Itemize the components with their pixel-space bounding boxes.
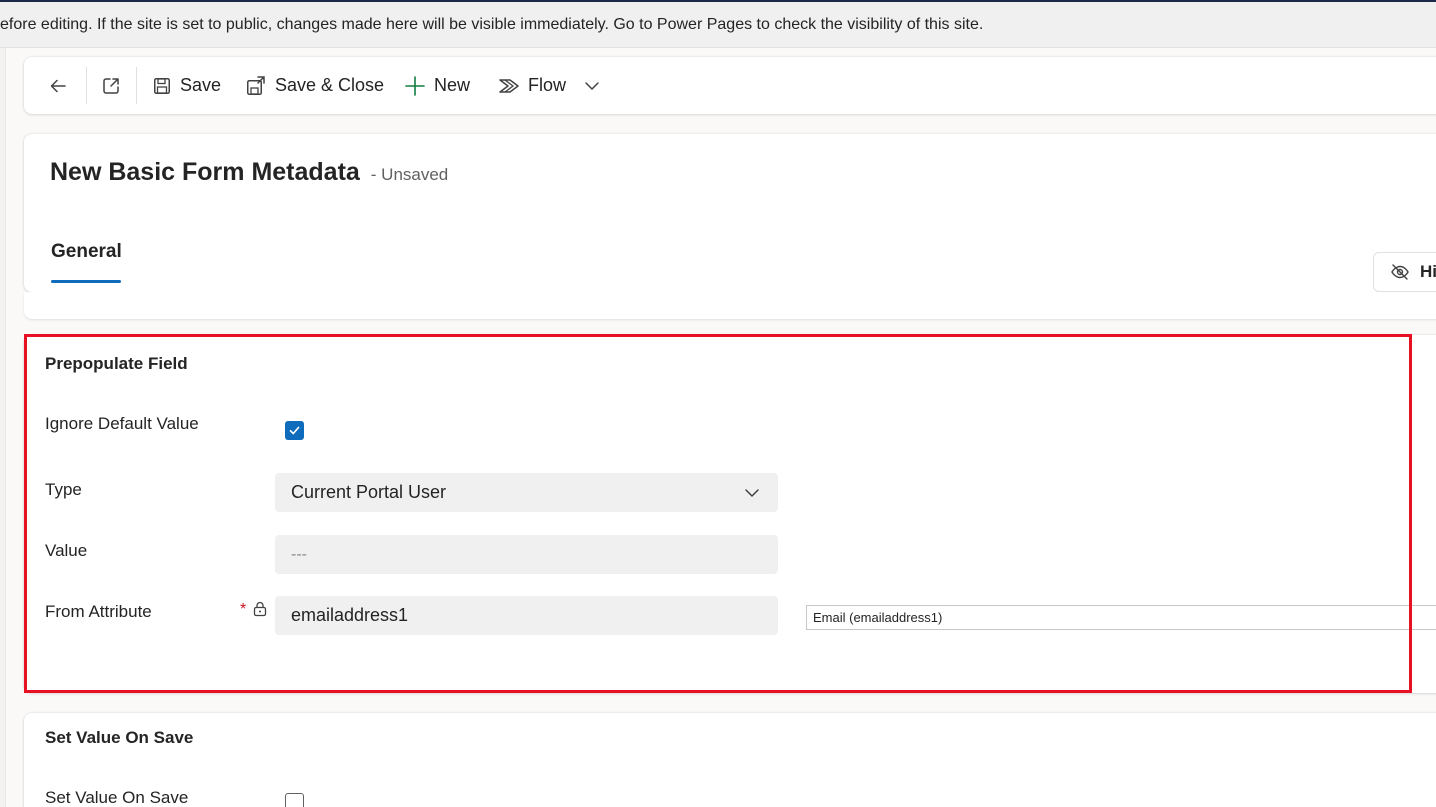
toolbar-divider xyxy=(136,67,137,104)
back-button[interactable] xyxy=(48,57,68,114)
flow-label: Flow xyxy=(528,75,567,95)
save-label: Save xyxy=(180,75,222,95)
command-bar: Save Save & Close New Flow xyxy=(24,57,1436,114)
value-placeholder: --- xyxy=(291,546,307,563)
eye-off-icon xyxy=(1390,262,1410,282)
checkmark-icon xyxy=(289,426,300,435)
section-title: Set Value On Save xyxy=(45,728,194,747)
required-indicator: * xyxy=(240,601,247,618)
plus-icon xyxy=(404,75,426,97)
set-value-on-save-section: Set Value On Save Set Value On Save xyxy=(24,713,1436,807)
open-in-new-window-button[interactable] xyxy=(101,57,121,114)
toolbar-divider xyxy=(86,67,87,104)
type-label: Type xyxy=(45,480,82,499)
chevron-down-icon xyxy=(584,78,600,94)
save-and-close-icon xyxy=(245,75,267,97)
type-dropdown[interactable]: Current Portal User xyxy=(275,473,778,512)
arrow-left-icon xyxy=(48,76,68,96)
save-button[interactable]: Save xyxy=(152,57,221,114)
ignore-default-value-label: Ignore Default Value xyxy=(45,414,199,433)
form-header: New Basic Form Metadata - Unsaved Genera… xyxy=(24,134,1436,292)
attribute-lookup-select[interactable]: Email (emailaddress1) xyxy=(806,605,1436,630)
prepopulate-field-section: Prepopulate Field Ignore Default Value T… xyxy=(24,335,1436,693)
from-attribute-input[interactable]: emailaddress1 xyxy=(275,596,778,635)
from-attribute-value: emailaddress1 xyxy=(291,605,409,625)
flow-icon xyxy=(498,75,520,97)
attribute-lookup-value: Email (emailaddress1) xyxy=(813,610,943,625)
ignore-default-value-checkbox[interactable] xyxy=(285,421,304,440)
from-attribute-label: From Attribute xyxy=(45,602,152,621)
save-and-close-button[interactable]: Save & Close xyxy=(245,57,384,114)
save-and-close-label: Save & Close xyxy=(275,75,385,95)
lock-icon xyxy=(253,601,267,622)
left-rail xyxy=(0,48,6,807)
type-value: Current Portal User xyxy=(291,482,447,502)
new-label: New xyxy=(434,75,471,95)
set-value-on-save-label: Set Value On Save xyxy=(45,788,189,807)
new-button[interactable]: New xyxy=(404,57,470,114)
value-input[interactable]: --- xyxy=(275,535,778,574)
hide-button[interactable]: Hi xyxy=(1373,252,1436,292)
hide-label: Hi xyxy=(1420,262,1436,281)
flow-button[interactable]: Flow xyxy=(498,57,600,114)
section-title: Prepopulate Field xyxy=(45,354,188,373)
chevron-down-icon xyxy=(744,473,760,512)
banner-text: efore editing. If the site is set to pub… xyxy=(0,16,984,33)
tab-general[interactable]: General xyxy=(51,241,122,263)
value-label: Value xyxy=(45,541,88,560)
record-title: New Basic Form Metadata xyxy=(50,158,360,186)
set-value-on-save-checkbox[interactable] xyxy=(285,793,304,807)
tab-selected-indicator xyxy=(51,280,121,283)
info-banner: efore editing. If the site is set to pub… xyxy=(0,2,1436,48)
save-icon xyxy=(152,76,172,96)
save-status: - Unsaved xyxy=(370,165,449,184)
open-in-new-window-icon xyxy=(101,76,121,96)
header-strip xyxy=(24,292,1436,319)
page-title: New Basic Form Metadata - Unsaved xyxy=(50,158,448,187)
